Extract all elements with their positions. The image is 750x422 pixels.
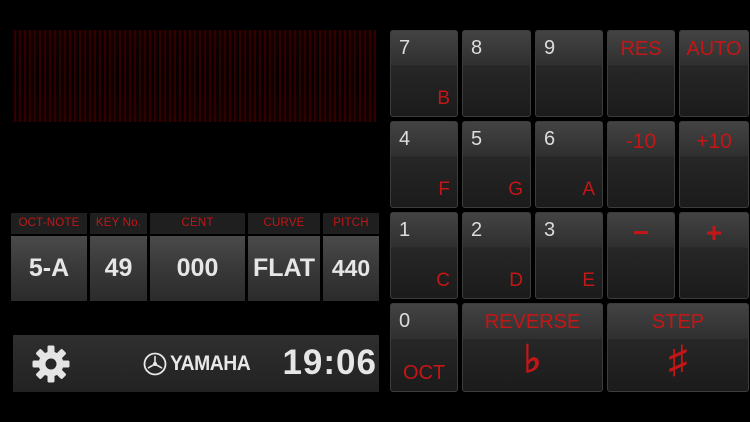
key-3-note: E <box>582 270 595 291</box>
key-no-header: KEY No. <box>90 213 147 234</box>
oct-label: OCT <box>403 362 446 384</box>
key-1[interactable]: 1 C <box>390 212 458 299</box>
keypad: 7 B 8 9 RES AUTO 4 F 5 G 6 A -10 +10 1 C… <box>388 29 750 393</box>
status-bar: YAMAHA 19:06 <box>13 335 379 392</box>
cent-value: 000 <box>150 236 245 301</box>
brand-name: YAMAHA <box>170 352 251 375</box>
key-5[interactable]: 5 G <box>462 121 531 208</box>
minus-10-button[interactable]: -10 <box>607 121 675 208</box>
brand-logo: YAMAHA <box>143 350 257 378</box>
plus-label: + <box>705 217 723 248</box>
key-6-number: 6 <box>544 128 556 150</box>
sharp-symbol: ♯ <box>668 339 688 381</box>
key-1-note: C <box>436 270 450 291</box>
key-2[interactable]: 2 D <box>462 212 531 299</box>
key-6-note: A <box>582 179 595 200</box>
gear-icon <box>32 345 70 383</box>
tuning-fork-emblem-icon <box>143 352 167 376</box>
auto-label: AUTO <box>686 38 742 60</box>
key-7-note: B <box>437 88 450 109</box>
key-7-number: 7 <box>399 37 411 59</box>
key-8[interactable]: 8 <box>462 30 531 117</box>
key-5-note: G <box>508 179 523 200</box>
settings-button[interactable] <box>31 344 71 384</box>
key-4-number: 4 <box>399 128 411 150</box>
step-button[interactable]: STEP ♯ <box>607 303 749 392</box>
key-7[interactable]: 7 B <box>390 30 458 117</box>
clock: 19:06 <box>282 343 377 382</box>
readout-panel: OCT-NOTE KEY No. CENT CURVE PITCH 5-A 49… <box>11 213 379 301</box>
key-9[interactable]: 9 <box>535 30 603 117</box>
minus-button[interactable]: − <box>607 212 675 299</box>
key-6[interactable]: 6 A <box>535 121 603 208</box>
res-button[interactable]: RES <box>607 30 675 117</box>
step-label: STEP <box>651 311 705 333</box>
reverse-button[interactable]: REVERSE ♭ <box>462 303 603 392</box>
key-5-number: 5 <box>471 128 483 150</box>
plus-10-button[interactable]: +10 <box>679 121 749 208</box>
key-4[interactable]: 4 F <box>390 121 458 208</box>
plus-button[interactable]: + <box>679 212 749 299</box>
key-2-number: 2 <box>471 219 483 241</box>
key-3[interactable]: 3 E <box>535 212 603 299</box>
reverse-label: REVERSE <box>484 311 581 333</box>
key-8-number: 8 <box>471 37 483 59</box>
key-0-oct[interactable]: 0 OCT <box>390 303 458 392</box>
key-3-number: 3 <box>544 219 556 241</box>
key-4-note: F <box>438 179 450 200</box>
auto-button[interactable]: AUTO <box>679 30 749 117</box>
key-9-number: 9 <box>544 37 556 59</box>
key-1-number: 1 <box>399 219 411 241</box>
curve-value: FLAT <box>248 236 320 301</box>
cent-header: CENT <box>150 213 245 234</box>
minus-10-label: -10 <box>625 130 657 153</box>
pitch-header: PITCH <box>323 213 379 234</box>
pitch-value: 440 <box>323 236 379 301</box>
curve-header: CURVE <box>248 213 320 234</box>
oct-note-value: 5-A <box>11 236 87 301</box>
flat-symbol: ♭ <box>523 339 542 381</box>
strobe-meter <box>14 30 376 122</box>
res-label: RES <box>620 38 662 60</box>
plus-10-label: +10 <box>696 130 732 153</box>
minus-label: − <box>632 217 650 248</box>
oct-note-header: OCT-NOTE <box>11 213 87 234</box>
key-0-number: 0 <box>399 310 411 332</box>
key-2-note: D <box>509 270 523 291</box>
key-no-value: 49 <box>90 236 147 301</box>
